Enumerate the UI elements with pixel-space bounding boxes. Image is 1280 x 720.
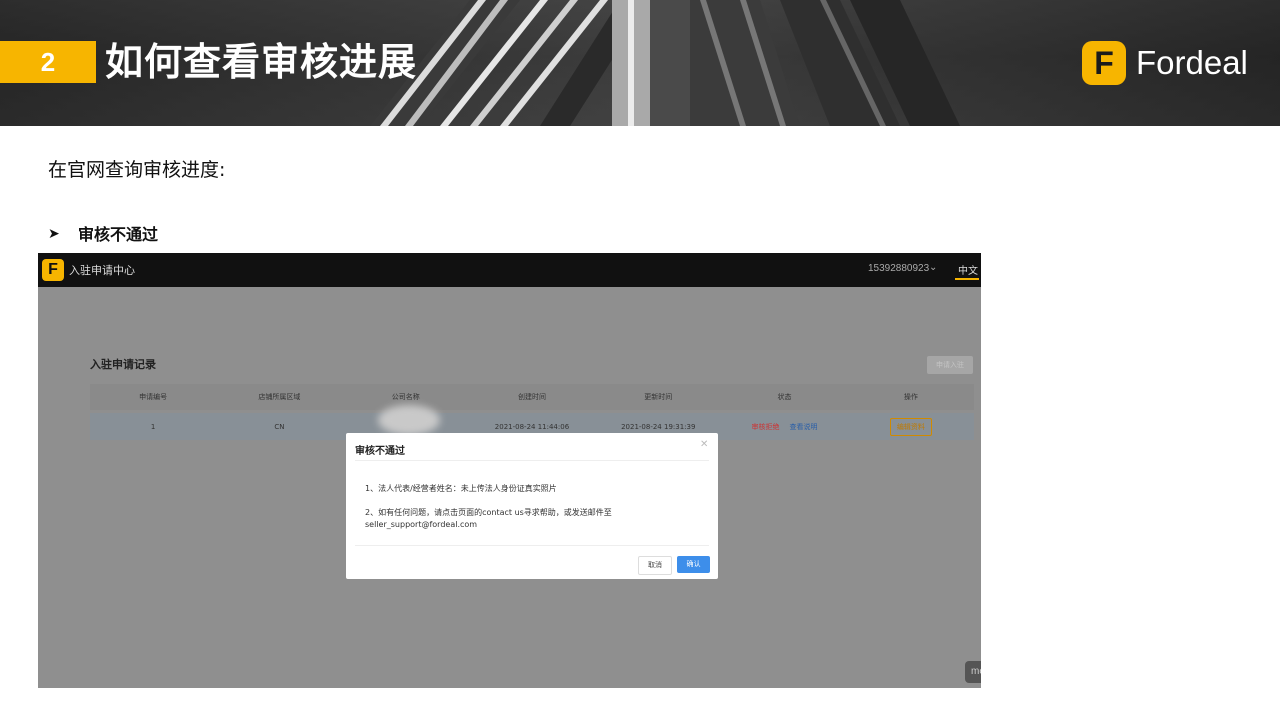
- bullet-item: ➤ 审核不通过: [48, 221, 158, 245]
- bullet-text: 审核不通过: [78, 225, 159, 244]
- dialog-divider: [355, 545, 709, 546]
- contact-widget-button[interactable]: me: [965, 661, 981, 683]
- view-reason-link[interactable]: 查看说明: [790, 422, 818, 432]
- dialog-reason-2: 2、如有任何问题，请点击页面的contact us寻求帮助，或发送邮件至: [365, 508, 612, 517]
- intro-text: 在官网查询审核进度:: [48, 159, 226, 181]
- records-heading: 入驻申请记录: [90, 358, 156, 371]
- region-cell: CN: [274, 422, 285, 431]
- dialog-support-email: seller_support@fordeal.com: [365, 520, 478, 529]
- header-banner: 2 如何查看审核进展 F Fordeal: [0, 0, 1280, 126]
- fordeal-logo-icon: F: [1082, 41, 1126, 85]
- edit-info-button[interactable]: 编辑资料: [889, 417, 932, 436]
- confirm-button[interactable]: 确认: [677, 556, 710, 573]
- chevron-down-icon[interactable]: ⌄: [929, 262, 937, 273]
- close-icon[interactable]: ✕: [700, 439, 708, 450]
- application-id-cell: 1: [150, 422, 156, 431]
- column-header: 创建时间: [517, 393, 546, 401]
- dialog-reason-1: 1、法人代表/经营者姓名：未上传法人身份证真实照片: [365, 484, 557, 493]
- redacted-company-name: [378, 405, 440, 435]
- language-switch[interactable]: 中文: [958, 262, 978, 277]
- language-active-indicator: [955, 278, 979, 280]
- brand-name: Fordeal: [1136, 44, 1248, 81]
- column-header: 操作: [903, 393, 918, 401]
- arrow-bullet-icon: ➤: [48, 224, 60, 241]
- dialog-divider: [355, 460, 709, 461]
- app-top-bar: F 入驻申请中心 15392880923 ⌄ 中文: [38, 253, 981, 287]
- action-cell: 编辑资料: [848, 413, 974, 440]
- new-application-button[interactable]: 申请入驻: [927, 356, 973, 374]
- embedded-screenshot: F 入驻申请中心 15392880923 ⌄ 中文 入驻申请记录 申请入驻 申请…: [38, 253, 981, 688]
- slide-title: 如何查看审核进展: [105, 40, 418, 84]
- rejection-dialog: 审核不通过 ✕ 1、法人代表/经营者姓名：未上传法人身份证真实照片 2、如有任何…: [346, 433, 718, 579]
- account-menu[interactable]: 15392880923: [868, 263, 929, 274]
- column-header: 申请编号: [139, 393, 168, 401]
- records-table: 申请编号 店铺所属区域 公司名称 创建时间 更新时间 状态 操作 1 CN 20…: [90, 384, 974, 440]
- section-number: 2: [0, 41, 96, 83]
- brand-logo: F Fordeal: [1082, 41, 1248, 85]
- column-header: 更新时间: [644, 393, 673, 401]
- app-logo-icon: F: [42, 259, 64, 281]
- column-header: 状态: [777, 393, 792, 401]
- table-header-row: 申请编号 店铺所属区域 公司名称 创建时间 更新时间 状态 操作: [90, 384, 974, 410]
- dialog-title: 审核不通过: [355, 446, 405, 457]
- cancel-button[interactable]: 取消: [638, 556, 672, 575]
- column-header: 店铺所属区域: [258, 393, 301, 401]
- status-badge: 审核拒绝: [751, 422, 780, 431]
- status-cell: 审核拒绝 查看说明: [721, 413, 847, 440]
- app-title: 入驻申请中心: [69, 264, 135, 277]
